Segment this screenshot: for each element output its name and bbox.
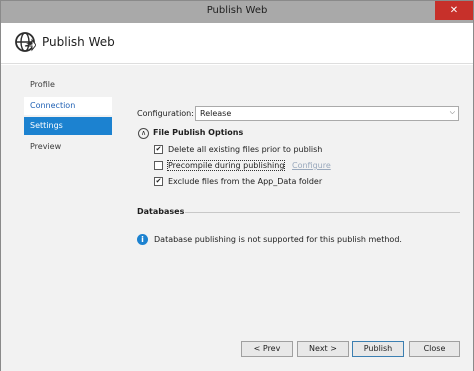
publish-button[interactable]: Publish [352, 341, 404, 357]
next-button[interactable]: Next > [297, 341, 349, 357]
configure-link[interactable]: Configure [292, 161, 331, 170]
exclude-app-data-checkbox[interactable]: ✔ [154, 177, 163, 186]
database-info: i Database publishing is not supported f… [137, 234, 460, 248]
configuration-value: Release [200, 109, 232, 118]
precompile-label: Precompile during publishing [166, 160, 286, 171]
dialog-header: Publish Web [1, 23, 473, 64]
delete-existing-label: Delete all existing files prior to publi… [168, 145, 323, 154]
configuration-label: Configuration: [137, 109, 194, 118]
collapse-icon[interactable]: ∧ [138, 128, 149, 139]
title-bar[interactable]: Publish Web ✕ [1, 1, 473, 23]
dialog-body: Profile Connection Settings Preview Conf… [1, 65, 473, 371]
close-icon[interactable]: ✕ [435, 1, 473, 20]
close-button[interactable]: Close [409, 341, 460, 357]
info-icon: i [137, 234, 148, 245]
header-title: Publish Web [42, 35, 115, 49]
publish-web-dialog: Publish Web ✕ Publish Web Profile Connec… [0, 0, 474, 371]
nav-item-profile[interactable]: Profile [24, 76, 112, 94]
database-info-text: Database publishing is not supported for… [154, 235, 402, 244]
databases-title: Databases [137, 207, 185, 216]
nav-item-connection[interactable]: Connection [24, 96, 112, 115]
delete-existing-checkbox[interactable]: ✔ [154, 145, 163, 154]
prev-button[interactable]: < Prev [241, 341, 293, 357]
globe-arrow-icon [15, 32, 36, 52]
nav-item-preview[interactable]: Preview [24, 138, 112, 156]
nav-item-settings[interactable]: Settings [24, 117, 112, 135]
window-title: Publish Web [206, 5, 268, 16]
configuration-select[interactable]: Release ⌵ [195, 106, 459, 121]
wizard-nav: Profile Connection Settings Preview [24, 76, 112, 158]
file-publish-options-title: File Publish Options [153, 128, 244, 137]
exclude-app-data-label: Exclude files from the App_Data folder [168, 177, 323, 186]
chevron-down-icon: ⌵ [449, 108, 455, 116]
section-divider [185, 212, 460, 213]
precompile-checkbox[interactable] [154, 161, 163, 170]
configuration-row: Configuration: Release ⌵ [137, 106, 460, 122]
settings-form: Configuration: Release ⌵ ∧ File Publish … [137, 106, 460, 186]
